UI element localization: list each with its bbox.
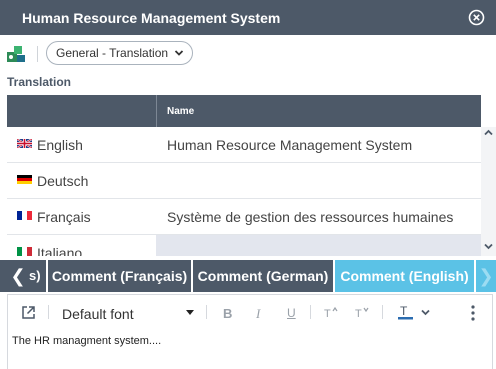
translation-row-francais[interactable]: Français Système de gestion des ressourc…	[7, 199, 481, 235]
grid-header: Name	[7, 95, 481, 127]
comment-editor: Default font B I U T T T The HR managmen…	[7, 294, 493, 369]
translation-row-italiano[interactable]: Italiano	[7, 235, 481, 256]
language-label: Français	[37, 209, 91, 225]
translation-row-english[interactable]: English Human Resource Management System	[7, 127, 481, 163]
translation-value-empty[interactable]	[156, 235, 481, 256]
translation-value[interactable]: Système de gestion des ressources humain…	[167, 209, 453, 225]
column-separator	[156, 95, 157, 127]
language-label: English	[37, 137, 83, 153]
italy-flag-icon	[17, 247, 32, 256]
chevron-down-icon	[174, 50, 184, 56]
close-icon[interactable]	[468, 9, 485, 26]
view-selector-dropdown[interactable]: General - Translation	[46, 41, 193, 65]
title-bar: Human Resource Management System	[0, 0, 496, 35]
tab-partial[interactable]: s)	[29, 260, 46, 292]
font-selector[interactable]: Default font	[62, 306, 134, 322]
view-selector-label: General - Translation	[56, 46, 169, 60]
more-options-icon[interactable]	[471, 305, 475, 321]
uk-flag-icon	[17, 139, 32, 148]
toolbar-separator	[310, 305, 311, 319]
name-column-header[interactable]: Name	[167, 106, 194, 117]
svg-text:T: T	[355, 308, 362, 318]
text-color-icon[interactable]: T	[398, 305, 414, 320]
grid-scrollbar[interactable]	[481, 95, 496, 256]
open-external-icon[interactable]	[21, 305, 36, 320]
toolbar-separator	[48, 305, 49, 319]
app-icon[interactable]	[6, 45, 26, 63]
underline-button[interactable]: U	[287, 306, 296, 320]
tab-comment-english[interactable]: Comment (English)	[333, 260, 474, 292]
scrollbar-track[interactable]	[481, 127, 496, 256]
tab-comment-german[interactable]: Comment (German)	[191, 260, 333, 292]
tab-comment-francais[interactable]: Comment (Français)	[46, 260, 191, 292]
subscript-icon[interactable]: T	[355, 306, 369, 318]
svg-text:T: T	[400, 305, 408, 318]
svg-text:T: T	[324, 308, 331, 318]
toolbar-separator	[206, 305, 207, 319]
scroll-down-icon[interactable]	[483, 241, 494, 252]
window-title: Human Resource Management System	[22, 10, 281, 26]
translation-row-deutsch[interactable]: Deutsch	[7, 163, 481, 199]
germany-flag-icon	[17, 175, 32, 184]
translation-value[interactable]: Human Resource Management System	[167, 137, 412, 153]
toolbar-separator	[37, 46, 38, 62]
tabs-scroll-left-icon[interactable]: ❮	[7, 260, 29, 292]
translation-grid: Name English Human Resource Management S…	[7, 95, 481, 256]
tabs-scroll-right-icon[interactable]: ❯	[474, 260, 496, 292]
superscript-icon[interactable]: T	[324, 306, 338, 318]
bold-button[interactable]: B	[223, 306, 232, 321]
translation-section-label: Translation	[7, 75, 72, 89]
caret-down-icon[interactable]	[186, 310, 194, 316]
toolbar-separator	[382, 305, 383, 319]
chevron-down-icon[interactable]	[421, 309, 430, 316]
france-flag-icon	[17, 211, 32, 220]
language-label: Deutsch	[37, 173, 89, 189]
editor-toolbar: Default font B I U T T T	[8, 295, 492, 328]
dialog-window: Human Resource Management System General…	[0, 0, 496, 369]
editor-content[interactable]: The HR managment system....	[12, 335, 161, 347]
italic-button[interactable]: I	[256, 306, 260, 322]
language-label: Italiano	[37, 245, 83, 256]
scroll-up-icon[interactable]	[483, 127, 494, 138]
